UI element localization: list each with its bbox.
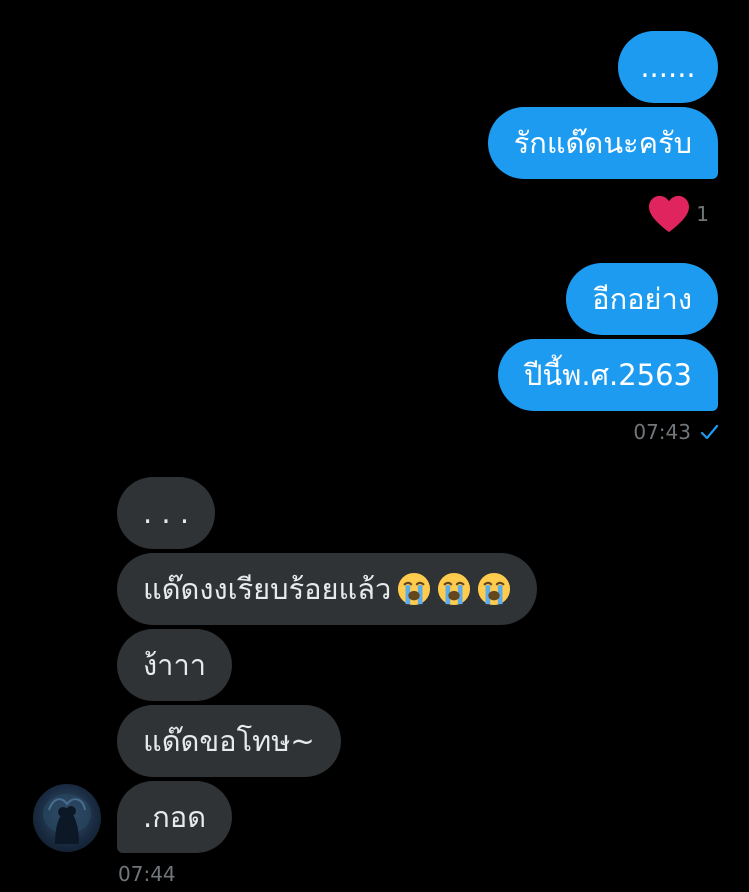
message-text: .กอด [143,799,207,834]
message-time: 07:43 [633,420,691,444]
incoming-timestamp: 07:44 [118,862,176,886]
message-text: แด๊ดขอโทษ~ [143,723,315,758]
check-icon [700,424,719,440]
avatar[interactable] [33,784,101,852]
message-text: ง้าาา [143,647,207,682]
loudly-crying-face-icon [398,572,431,606]
outgoing-message[interactable]: อีกอย่าง [566,263,718,335]
message-text: ...... [640,49,696,84]
incoming-message[interactable]: . . . [117,477,216,549]
outgoing-timestamp-row: 07:43 [633,420,719,444]
avatar-image [43,794,91,844]
loudly-crying-face-icon [438,572,471,606]
outgoing-message[interactable]: ปีนี้พ.ศ.2563 [498,339,718,411]
message-text: ปีนี้พ.ศ.2563 [524,357,692,392]
incoming-message[interactable]: แด๊ดงงเรียบร้อยแล้ว [117,553,538,625]
message-reaction[interactable]: 1 [647,194,709,234]
message-text: แด๊ดงงเรียบร้อยแล้ว [143,571,392,606]
incoming-message[interactable]: .กอด [117,781,233,853]
message-text: อีกอย่าง [592,281,692,316]
message-text: รักแด๊ดนะครับ [513,125,692,160]
message-text: . . . [143,495,190,530]
heart-icon [649,195,690,233]
incoming-message[interactable]: ง้าาา [117,629,233,701]
outgoing-message[interactable]: ...... [618,31,718,103]
incoming-message[interactable]: แด๊ดขอโทษ~ [117,705,341,777]
reaction-count: 1 [696,202,709,226]
outgoing-message[interactable]: รักแด๊ดนะครับ [487,107,718,179]
loudly-crying-face-icon [478,572,511,606]
